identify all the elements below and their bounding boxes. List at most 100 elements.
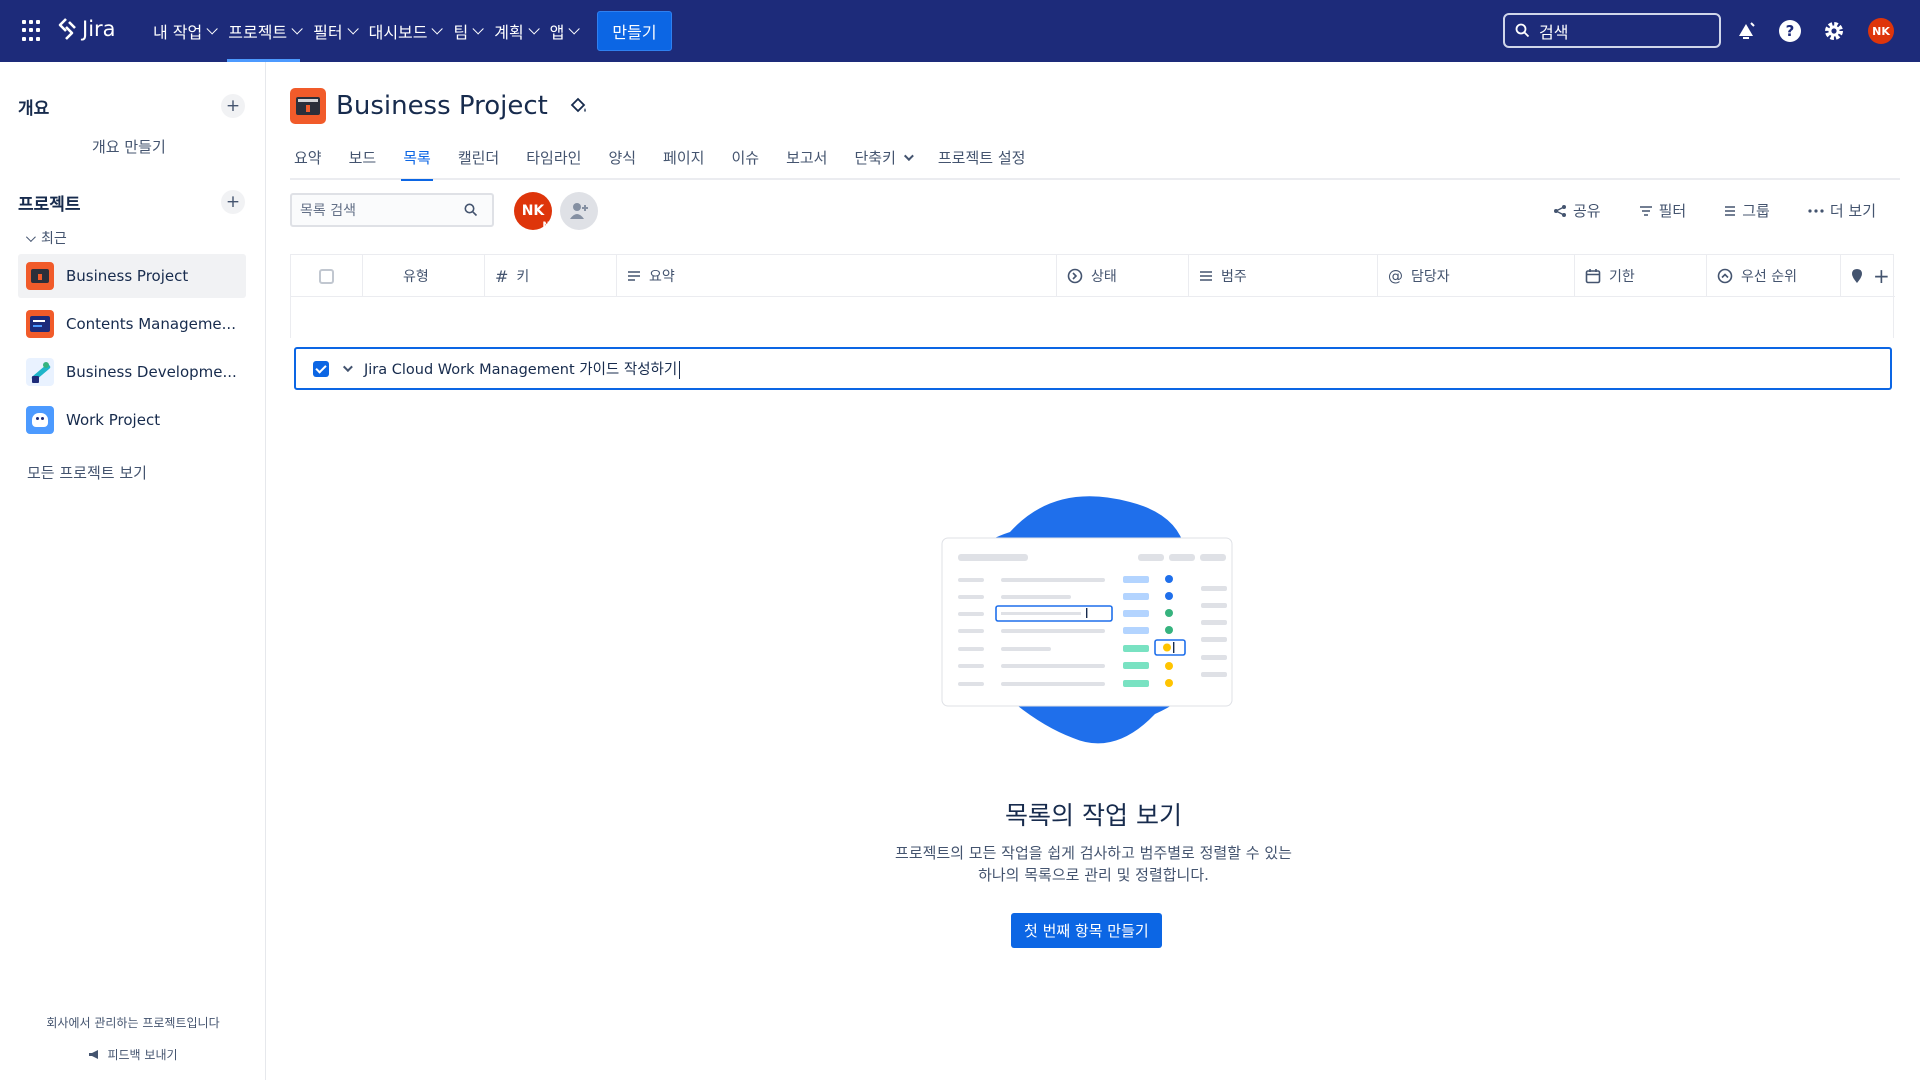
project-name: Business Developme... [66, 363, 237, 381]
paint-bucket-icon[interactable] [568, 96, 588, 116]
tab-reports[interactable]: 보고서 [786, 135, 827, 179]
search-icon [1515, 23, 1530, 38]
nav-plans[interactable]: 계획 [487, 0, 542, 62]
tab-board[interactable]: 보드 [349, 135, 377, 179]
nav-label: 프로젝트 [228, 23, 288, 42]
member-avatar[interactable]: NK N [514, 192, 552, 231]
nav-menu: 내 작업 프로젝트 필터 대시보드 팀 계획 앱 만들기 [146, 0, 672, 62]
sidebar-project-work[interactable]: Work Project [18, 398, 246, 442]
list-search-placeholder: 목록 검색 [300, 203, 356, 219]
pin-icon[interactable] [1851, 268, 1863, 284]
column-label: 범주 [1221, 269, 1247, 285]
column-assignee[interactable]: @ 담당자 [1378, 255, 1575, 297]
add-overview-button[interactable]: + [221, 94, 245, 118]
help-icon[interactable]: ? [1778, 19, 1802, 43]
plus-icon: + [225, 192, 241, 212]
list-search-input[interactable]: 목록 검색 [290, 193, 494, 227]
project-tabs: 요약 보드 목록 캘린더 타임라인 양식 페이지 이슈 보고서 단축키 프로젝트… [290, 135, 1900, 181]
nav-dashboards[interactable]: 대시보드 [362, 0, 447, 62]
nav-label: 계획 [494, 23, 524, 42]
column-category[interactable]: 범주 [1189, 255, 1378, 297]
nav-label: 내 작업 [153, 23, 203, 42]
project-title: Business Project [336, 91, 548, 121]
tab-forms[interactable]: 양식 [608, 135, 636, 179]
chevron-down-icon [206, 23, 219, 35]
view-all-projects-link[interactable]: 모든 프로젝트 보기 [27, 462, 147, 483]
empty-state-description: 프로젝트의 모든 작업을 쉽게 검사하고 범주별로 정렬할 수 있는 하나의 목… [267, 842, 1920, 886]
empty-list-illustration [941, 496, 1233, 744]
jira-logo-text: Jira [82, 17, 116, 41]
group-button[interactable]: 그룹 [1724, 200, 1770, 221]
nav-teams[interactable]: 팀 [446, 0, 487, 62]
text-caret [679, 361, 681, 379]
priority-icon [1717, 268, 1733, 284]
jira-logo[interactable]: Jira [56, 17, 116, 41]
nav-label: 대시보드 [368, 23, 428, 42]
project-name: Contents Manageme... [66, 315, 236, 333]
feedback-link[interactable]: 피드백 보내기 [0, 1046, 266, 1063]
tab-project-settings[interactable]: 프로젝트 설정 [938, 135, 1026, 179]
create-overview-link[interactable]: 개요 만들기 [92, 136, 166, 157]
column-label: 기한 [1609, 269, 1635, 285]
tab-list[interactable]: 목록 [401, 135, 433, 181]
share-button[interactable]: 공유 [1553, 200, 1601, 221]
nav-label: 앱 [549, 23, 565, 42]
filter-icon [1639, 205, 1652, 216]
empty-desc-line: 프로젝트의 모든 작업을 쉽게 검사하고 범주별로 정렬할 수 있는 [895, 844, 1292, 862]
nav-filters[interactable]: 필터 [306, 0, 361, 62]
column-label: 키 [516, 269, 530, 285]
chevron-down-icon [291, 23, 303, 35]
create-first-item-button[interactable]: 첫 번째 항목 만들기 [1011, 913, 1162, 948]
managed-project-note: 회사에서 관리하는 프로젝트입니다 [46, 1016, 220, 1030]
sidebar: 개요 + 개요 만들기 프로젝트 + 최근 Business Project C… [0, 62, 266, 1080]
add-project-button[interactable]: + [221, 190, 245, 214]
project-name: Work Project [66, 411, 161, 429]
settings-icon[interactable] [1822, 19, 1846, 43]
select-all-checkbox[interactable] [319, 268, 334, 284]
tab-summary[interactable]: 요약 [294, 135, 322, 179]
work-project-icon [26, 406, 54, 434]
sidebar-project-business[interactable]: Business Project [18, 254, 246, 298]
column-summary[interactable]: 요약 [617, 255, 1057, 297]
notifications-icon[interactable] [1734, 19, 1758, 43]
tab-calendar[interactable]: 캘린더 [458, 135, 499, 179]
plus-icon: + [225, 96, 241, 116]
app-switcher-icon[interactable] [22, 20, 44, 42]
column-priority[interactable]: 우선 순위 [1707, 255, 1841, 297]
sidebar-project-contents[interactable]: Contents Manageme... [18, 302, 246, 346]
new-item-checkbox[interactable] [313, 360, 329, 377]
tab-issues[interactable]: 이슈 [731, 135, 759, 179]
add-column-icon[interactable]: + [1873, 264, 1890, 288]
add-people-button[interactable] [560, 192, 598, 230]
tab-shortcuts[interactable]: 단축키 [854, 135, 914, 179]
nav-projects[interactable]: 프로젝트 [221, 0, 306, 62]
nav-label: 필터 [313, 23, 343, 42]
filter-button[interactable]: 필터 [1639, 200, 1686, 221]
tab-timeline[interactable]: 타임라인 [526, 135, 581, 179]
new-item-text: Jira Cloud Work Management 가이드 작성하기 [364, 362, 678, 378]
sidebar-project-business-dev[interactable]: Business Developme... [18, 350, 246, 394]
column-type[interactable]: 유형 [363, 255, 485, 297]
recent-toggle[interactable]: 최근 [25, 228, 67, 248]
global-search-input[interactable]: 검색 [1503, 13, 1721, 48]
column-key[interactable]: # 키 [485, 255, 617, 297]
new-item-row[interactable]: Jira Cloud Work Management 가이드 작성하기 [294, 347, 1892, 390]
nav-apps[interactable]: 앱 [543, 0, 584, 62]
table-header: 유형 # 키 요약 상태 범주 @ 담당자 기한 우선 순위 + [291, 255, 1895, 297]
more-button[interactable]: 더 보기 [1808, 200, 1876, 221]
column-status[interactable]: 상태 [1057, 255, 1189, 297]
new-item-input[interactable]: Jira Cloud Work Management 가이드 작성하기 [364, 358, 681, 379]
more-label: 더 보기 [1829, 202, 1876, 220]
user-avatar[interactable]: NK [1868, 18, 1894, 44]
chevron-down-icon[interactable] [342, 362, 353, 373]
chevron-down-icon [568, 23, 581, 35]
create-button[interactable]: 만들기 [597, 11, 672, 51]
column-label: 담당자 [1411, 269, 1450, 285]
megaphone-icon [89, 1050, 99, 1059]
projects-heading: 프로젝트 [18, 195, 81, 215]
nav-my-work[interactable]: 내 작업 [146, 0, 221, 62]
tab-pages[interactable]: 페이지 [663, 135, 704, 179]
chevron-down-icon [903, 150, 914, 161]
hash-icon: # [495, 266, 509, 286]
column-due-date[interactable]: 기한 [1575, 255, 1707, 297]
